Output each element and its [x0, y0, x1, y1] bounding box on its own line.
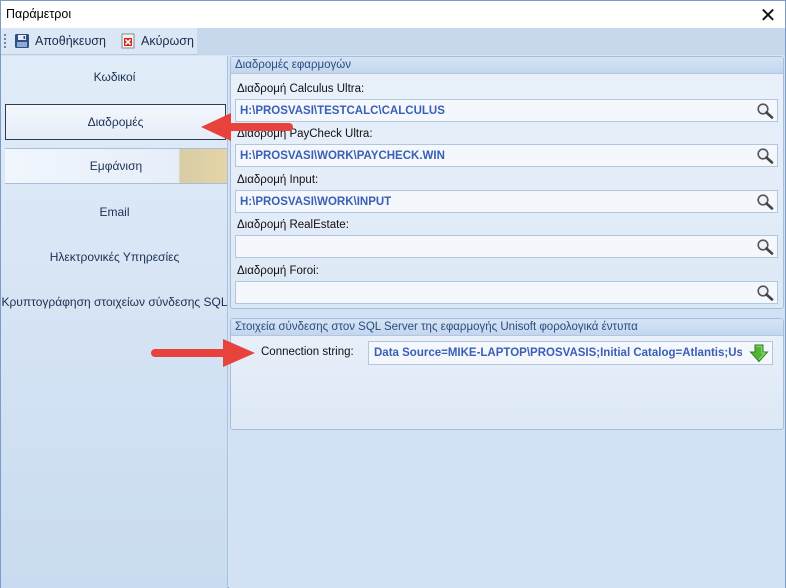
- red-x-document-icon: [121, 33, 135, 49]
- realestate-path-input[interactable]: [235, 235, 778, 258]
- magnifier-icon[interactable]: [756, 284, 774, 301]
- sidebar-item-label: Κρυπτογράφηση στοιχείων σύνδεσης SQL: [1, 295, 228, 309]
- input-path-value: H:\PROSVASI\WORK\INPUT: [240, 196, 392, 208]
- save-button[interactable]: Αποθήκευση: [10, 30, 110, 52]
- sidebar-item-label: Διαδρομές: [87, 115, 144, 129]
- annotation-arrow-connection: [151, 339, 255, 367]
- sql-connection-group: Στοιχεία σύνδεσης στον SQL Server της εφ…: [230, 318, 784, 430]
- sidebar-item-email[interactable]: Email: [1, 193, 228, 231]
- foroi-path-label: Διαδρομή Foroi:: [237, 265, 319, 277]
- close-button[interactable]: ✕: [751, 1, 785, 28]
- toolbar-grip[interactable]: [4, 34, 6, 50]
- cancel-button[interactable]: Ακύρωση: [116, 30, 198, 52]
- sidebar: Κωδικοί Διαδρομές Εμφάνιση Email Ηλεκτρο…: [1, 56, 228, 588]
- foroi-path-input[interactable]: [235, 281, 778, 304]
- sidebar-item-label: Κωδικοί: [93, 70, 136, 84]
- sidebar-item-appearance[interactable]: Εμφάνιση: [5, 148, 227, 184]
- magnifier-icon[interactable]: [756, 102, 774, 119]
- sidebar-item-paths[interactable]: Διαδρομές: [5, 104, 226, 140]
- green-down-arrow-icon[interactable]: [749, 344, 769, 363]
- close-icon: ✕: [759, 2, 777, 27]
- content-panel: Διαδρομές εφαρμογών Διαδρομή Calculus Ul…: [229, 56, 785, 588]
- magnifier-icon[interactable]: [756, 193, 774, 210]
- window-title: Παράμετροι: [6, 7, 72, 21]
- connection-string-label: Connection string:: [261, 346, 354, 358]
- calculus-path-input[interactable]: H:\PROSVASI\TESTCALC\CALCULUS: [235, 99, 778, 122]
- save-button-label: Αποθήκευση: [35, 34, 106, 48]
- sidebar-item-label: Ηλεκτρονικές Υπηρεσίες: [49, 250, 180, 264]
- input-path-input[interactable]: H:\PROSVASI\WORK\INPUT: [235, 190, 778, 213]
- sidebar-item-sql-encryption[interactable]: Κρυπτογράφηση στοιχείων σύνδεσης SQL: [1, 283, 228, 321]
- connection-string-value: Data Source=MIKE-LAPTOP\PROSVASIS;Initia…: [374, 347, 742, 359]
- sidebar-item-codes[interactable]: Κωδικοί: [1, 58, 228, 96]
- sidebar-item-label: Εμφάνιση: [89, 159, 143, 173]
- sql-group-header: Στοιχεία σύνδεσης στον SQL Server της εφ…: [231, 319, 783, 336]
- input-path-label: Διαδρομή Input:: [237, 174, 319, 186]
- annotation-arrow-paths: [201, 113, 293, 141]
- settings-window: Παράμετροι ✕ Αποθήκευση Ακύρωση Κωδικοί …: [0, 0, 786, 588]
- cancel-button-label: Ακύρωση: [141, 34, 194, 48]
- calculus-path-label: Διαδρομή Calculus Ultra:: [237, 83, 365, 95]
- toolbar-empty-area: [197, 28, 785, 55]
- floppy-disk-icon: [15, 34, 29, 48]
- toolbar: Αποθήκευση Ακύρωση: [1, 28, 785, 55]
- paycheck-path-value: H:\PROSVASI\WORK\PAYCHECK.WIN: [240, 150, 445, 162]
- paycheck-path-input[interactable]: H:\PROSVASI\WORK\PAYCHECK.WIN: [235, 144, 778, 167]
- magnifier-icon[interactable]: [756, 147, 774, 164]
- title-bar: Παράμετροι ✕: [1, 1, 785, 28]
- paths-group-header: Διαδρομές εφαρμογών: [231, 57, 783, 74]
- realestate-path-label: Διαδρομή RealEstate:: [237, 219, 349, 231]
- paths-group: Διαδρομές εφαρμογών Διαδρομή Calculus Ul…: [230, 56, 784, 309]
- sidebar-item-label: Email: [99, 205, 130, 219]
- sidebar-item-e-services[interactable]: Ηλεκτρονικές Υπηρεσίες: [1, 238, 228, 276]
- magnifier-icon[interactable]: [756, 238, 774, 255]
- connection-string-input[interactable]: Data Source=MIKE-LAPTOP\PROSVASIS;Initia…: [368, 341, 773, 365]
